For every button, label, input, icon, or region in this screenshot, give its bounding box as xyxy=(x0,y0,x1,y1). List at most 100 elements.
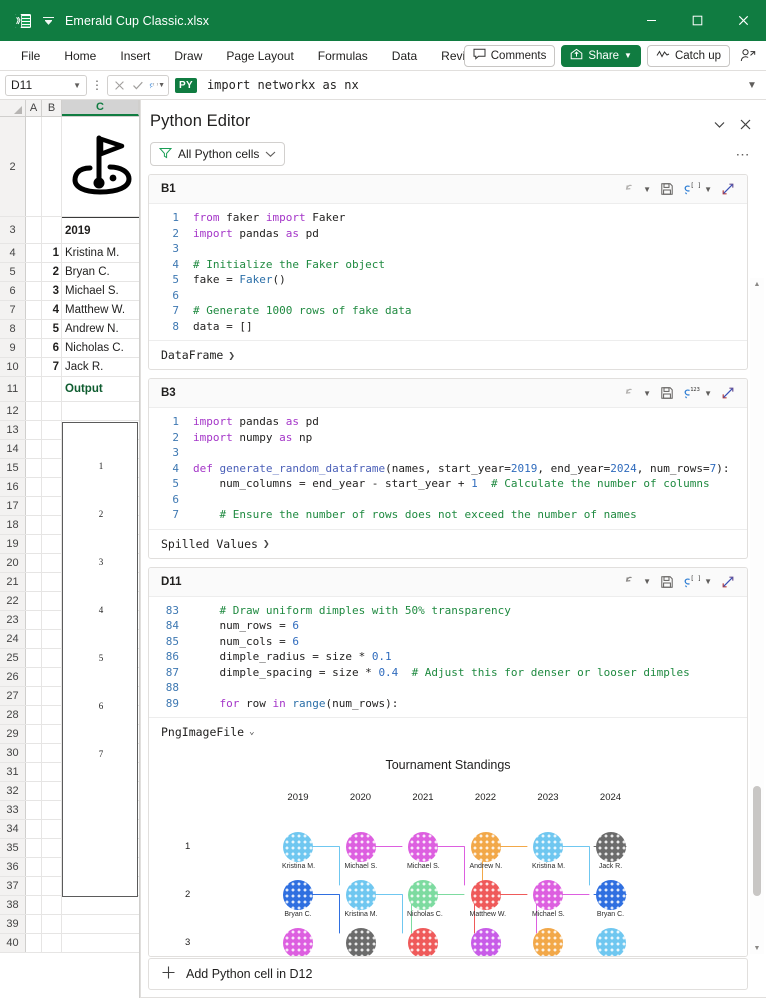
chevron-down-icon[interactable]: ⌄ xyxy=(249,727,254,737)
row-header[interactable]: 4 xyxy=(0,244,26,262)
ribbon-tab-file[interactable]: File xyxy=(10,45,51,67)
cell-b15[interactable] xyxy=(42,459,62,477)
cell-a9[interactable] xyxy=(26,339,42,357)
row-header[interactable]: 27 xyxy=(0,687,26,705)
cell-a27[interactable] xyxy=(26,687,42,705)
cell-a38[interactable] xyxy=(26,896,42,914)
cell-c10-name[interactable]: Jack R. xyxy=(62,358,139,376)
row-header[interactable]: 35 xyxy=(0,839,26,857)
table-row[interactable]: 2 xyxy=(0,117,139,217)
save-icon[interactable] xyxy=(656,178,678,200)
cell-c9-name[interactable]: Nicholas C. xyxy=(62,339,139,357)
cell-b28[interactable] xyxy=(42,706,62,724)
cell-a35[interactable] xyxy=(26,839,42,857)
cell-b22[interactable] xyxy=(42,592,62,610)
row-header[interactable]: 22 xyxy=(0,592,26,610)
cell-b13[interactable] xyxy=(42,421,62,439)
cell-a37[interactable] xyxy=(26,877,42,895)
table-row[interactable]: 12 xyxy=(0,402,139,421)
table-row[interactable]: 38 xyxy=(0,896,139,915)
row-header[interactable]: 5 xyxy=(0,263,26,281)
cell-a4[interactable] xyxy=(26,244,42,262)
cell-b6-rank[interactable]: 3 xyxy=(42,282,62,300)
add-python-cell-button[interactable]: Add Python cell in D12 xyxy=(148,958,748,990)
name-box-more-icon[interactable]: ⋮ xyxy=(90,79,104,91)
close-icon[interactable] xyxy=(732,112,758,136)
python-fx-icon[interactable]: [ ] ▼ xyxy=(149,77,165,94)
row-header[interactable]: 17 xyxy=(0,497,26,515)
row-header[interactable]: 2 xyxy=(0,117,26,216)
cell-c11-output-label[interactable]: Output xyxy=(62,377,139,401)
close-button[interactable] xyxy=(720,0,766,41)
row-header[interactable]: 36 xyxy=(0,858,26,876)
row-header[interactable]: 15 xyxy=(0,459,26,477)
scroll-up-arrow-icon[interactable]: ▲ xyxy=(750,278,764,290)
row-header[interactable]: 24 xyxy=(0,630,26,648)
cell-b9-rank[interactable]: 6 xyxy=(42,339,62,357)
cell-b39[interactable] xyxy=(42,915,62,933)
row-header[interactable]: 14 xyxy=(0,440,26,458)
comments-button[interactable]: Comments xyxy=(464,45,556,67)
chevron-down-icon[interactable]: ▼ xyxy=(643,185,651,194)
chevron-down-icon[interactable]: ▼ xyxy=(643,577,651,586)
output-image-placeholder[interactable]: 1234567 xyxy=(62,422,138,897)
cell-b35[interactable] xyxy=(42,839,62,857)
cell-a23[interactable] xyxy=(26,611,42,629)
ribbon-tab-insert[interactable]: Insert xyxy=(109,45,161,67)
cell-b27[interactable] xyxy=(42,687,62,705)
column-header-c[interactable]: C xyxy=(62,100,139,116)
table-row[interactable]: 9 6 Nicholas C. xyxy=(0,339,139,358)
row-header[interactable]: 19 xyxy=(0,535,26,553)
cell-a2[interactable] xyxy=(26,117,42,216)
cell-a33[interactable] xyxy=(26,801,42,819)
table-row[interactable]: 3 2019 xyxy=(0,217,139,244)
expand-diagonal-icon[interactable] xyxy=(717,571,739,593)
name-box[interactable]: D11 ▼ xyxy=(5,75,87,96)
ribbon-tab-formulas[interactable]: Formulas xyxy=(307,45,379,67)
cell-a39[interactable] xyxy=(26,915,42,933)
column-header-b[interactable]: B xyxy=(42,100,62,116)
cell-a5[interactable] xyxy=(26,263,42,281)
row-header[interactable]: 34 xyxy=(0,820,26,838)
row-header[interactable]: 28 xyxy=(0,706,26,724)
cell-a6[interactable] xyxy=(26,282,42,300)
row-header[interactable]: 16 xyxy=(0,478,26,496)
ribbon-tab-page-layout[interactable]: Page Layout xyxy=(215,45,304,67)
cell-a12[interactable] xyxy=(26,402,42,420)
spreadsheet-grid[interactable]: A B C 2 xyxy=(0,100,140,998)
cell-a36[interactable] xyxy=(26,858,42,876)
expand-diagonal-icon[interactable] xyxy=(717,178,739,200)
cell-a14[interactable] xyxy=(26,440,42,458)
cell-a15[interactable] xyxy=(26,459,42,477)
row-header[interactable]: 8 xyxy=(0,320,26,338)
cell-b24[interactable] xyxy=(42,630,62,648)
cell-b2[interactable] xyxy=(42,117,62,216)
cell-c8-name[interactable]: Andrew N. xyxy=(62,320,139,338)
select-all-corner[interactable] xyxy=(0,100,26,116)
chevron-down-icon[interactable] xyxy=(706,112,732,136)
cell-b21[interactable] xyxy=(42,573,62,591)
cell-a40[interactable] xyxy=(26,934,42,952)
cell-c40[interactable] xyxy=(62,934,139,952)
table-row[interactable]: 4 1 Kristina M. xyxy=(0,244,139,263)
share-button[interactable]: Share ▼ xyxy=(561,45,641,67)
row-header[interactable]: 38 xyxy=(0,896,26,914)
table-row[interactable]: 7 4 Matthew W. xyxy=(0,301,139,320)
cell-b5-rank[interactable]: 2 xyxy=(42,263,62,281)
row-header[interactable]: 11 xyxy=(0,377,26,401)
refresh-icon[interactable]: 123 xyxy=(681,382,703,404)
undo-icon[interactable] xyxy=(620,382,642,404)
cell-a29[interactable] xyxy=(26,725,42,743)
cell-b36[interactable] xyxy=(42,858,62,876)
chevron-right-icon[interactable]: ❯ xyxy=(263,537,270,550)
cell-a25[interactable] xyxy=(26,649,42,667)
table-row[interactable]: 5 2 Bryan C. xyxy=(0,263,139,282)
table-row[interactable]: 11 Output xyxy=(0,377,139,402)
autosave-chevron-icon[interactable] xyxy=(42,15,55,26)
cell-a7[interactable] xyxy=(26,301,42,319)
row-header[interactable]: 13 xyxy=(0,421,26,439)
scrollbar-track[interactable] xyxy=(752,290,762,942)
row-header[interactable]: 20 xyxy=(0,554,26,572)
cell-a18[interactable] xyxy=(26,516,42,534)
python-cell-d11[interactable]: D11 ▼ [ ] xyxy=(148,567,748,958)
